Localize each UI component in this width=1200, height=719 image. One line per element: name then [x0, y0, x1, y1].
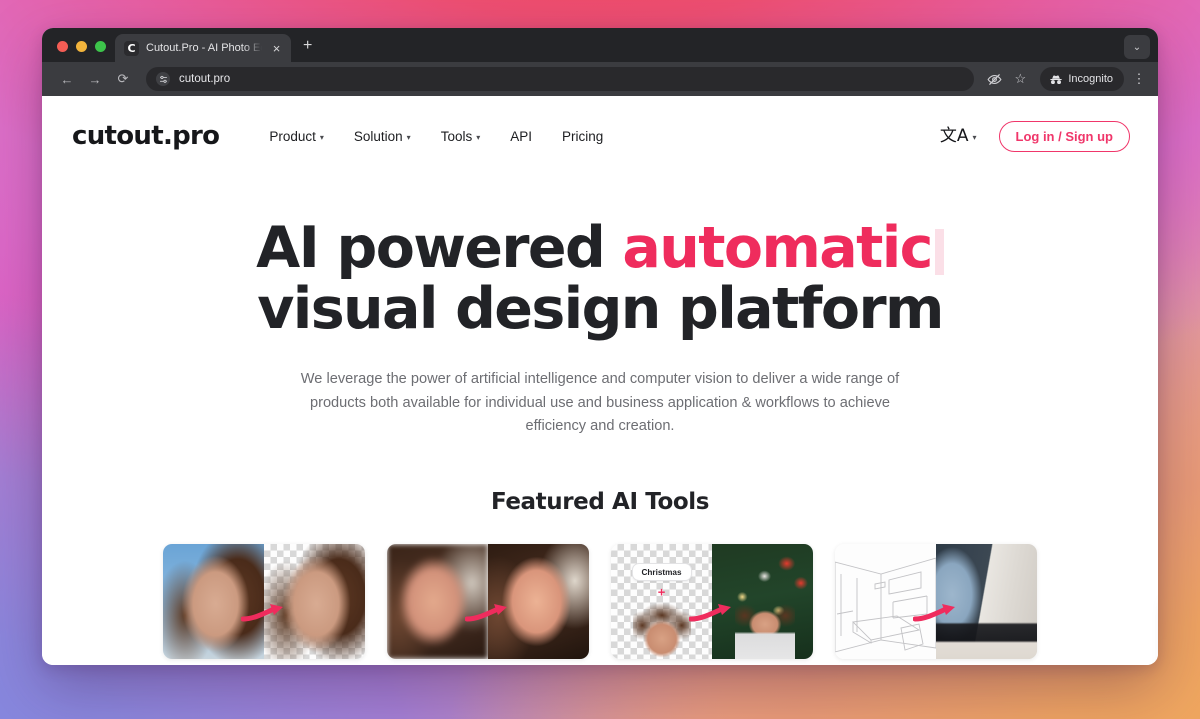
tune-icon[interactable]: [156, 72, 170, 86]
address-bar-url: cutout.pro: [179, 73, 231, 85]
nav-item-tools-label: Tools: [440, 128, 473, 144]
minimize-window-button[interactable]: [76, 41, 87, 52]
headline-line-1: AI powered automatic: [256, 215, 944, 281]
nav-item-api[interactable]: API: [510, 129, 532, 144]
site-navigation-bar: cutout.pro Product ▾ Solution ▾ Tools ▾: [42, 112, 1158, 160]
browser-tab[interactable]: C Cutout.Pro - AI Photo Editing ×: [115, 34, 291, 62]
transform-arrow-icon: [241, 603, 283, 622]
tool-card-photo-enhancer[interactable]: [387, 543, 589, 659]
desktop-background: C Cutout.Pro - AI Photo Editing × + ⌄ ← …: [0, 0, 1200, 719]
featured-tools-heading: Featured AI Tools: [490, 488, 710, 515]
nav-right-group: 文A ▾ Log in / Sign up: [939, 120, 1130, 152]
headline-line-2: visual design platform: [257, 275, 944, 342]
maximize-window-button[interactable]: [95, 41, 106, 52]
nav-item-product-label: Product: [269, 128, 316, 144]
child-cutout-photo: [632, 602, 691, 659]
site-logo[interactable]: cutout.pro: [72, 121, 220, 151]
chevron-down-icon: ▾: [319, 132, 324, 142]
chevron-down-icon: ▾: [476, 132, 481, 142]
incognito-label: Incognito: [1068, 73, 1113, 85]
language-switcher[interactable]: 文A ▾: [939, 125, 977, 146]
forward-button[interactable]: →: [82, 66, 108, 92]
tracking-protection-icon[interactable]: [982, 67, 1006, 91]
cutout-pro-favicon: C: [124, 40, 139, 56]
incognito-icon: [1050, 74, 1063, 84]
browser-menu-button[interactable]: ⋮: [1128, 67, 1150, 91]
window-controls: [52, 41, 115, 62]
nav-item-api-label: API: [510, 128, 532, 144]
bookmark-star-icon[interactable]: ☆: [1008, 67, 1032, 91]
child-composited-photo: [734, 596, 795, 659]
nav-item-tools[interactable]: Tools ▾: [441, 129, 481, 144]
tool-card-background-remover[interactable]: [163, 543, 365, 659]
close-window-button[interactable]: [57, 41, 68, 52]
page-content: cutout.pro Product ▾ Solution ▾ Tools ▾: [42, 96, 1158, 665]
hero-subtitle: We leverage the power of artificial inte…: [300, 370, 900, 435]
nav-item-pricing-label: Pricing: [561, 128, 604, 144]
tool-card-christmas-background[interactable]: Christmas +: [611, 543, 813, 659]
headline-accent-text: automatic: [622, 215, 933, 281]
headline-plain-text: AI powered: [256, 215, 623, 281]
incognito-indicator[interactable]: Incognito: [1040, 67, 1124, 91]
browser-tab-strip: C Cutout.Pro - AI Photo Editing × + ⌄: [42, 28, 1158, 62]
nav-item-product[interactable]: Product ▾: [269, 129, 324, 144]
browser-toolbar: ← → ⟳ cutout.pro ☆ Incognito ⋮: [42, 62, 1158, 96]
transform-arrow-icon: [689, 603, 731, 622]
chevron-down-icon: ▾: [406, 132, 411, 142]
christmas-template-chip: Christmas: [631, 563, 692, 582]
featured-tools-card-list: Christmas +: [42, 543, 1158, 659]
tool-card-interior-design[interactable]: [835, 543, 1037, 659]
nav-item-pricing[interactable]: Pricing: [562, 129, 603, 144]
nav-item-solution-label: Solution: [353, 128, 403, 144]
tab-title: Cutout.Pro - AI Photo Editing: [146, 42, 262, 54]
transform-arrow-icon: [913, 603, 955, 622]
transform-arrow-icon: [465, 603, 507, 622]
new-tab-button[interactable]: +: [303, 38, 312, 54]
close-tab-icon[interactable]: ×: [269, 42, 284, 55]
back-button[interactable]: ←: [54, 66, 80, 92]
translate-icon: 文A: [939, 125, 969, 146]
primary-nav-links: Product ▾ Solution ▾ Tools ▾ API Pricing: [269, 129, 603, 144]
browser-window: C Cutout.Pro - AI Photo Editing × + ⌄ ← …: [42, 28, 1158, 665]
chevron-down-icon: ▾: [972, 132, 977, 142]
login-signup-button[interactable]: Log in / Sign up: [998, 120, 1130, 152]
address-bar[interactable]: cutout.pro: [146, 67, 975, 91]
hero-section: AI powered automatic visual design platf…: [42, 160, 1158, 439]
reload-button[interactable]: ⟳: [110, 66, 136, 92]
hero-headline: AI powered automatic visual design platf…: [42, 218, 1158, 340]
typing-cursor: [934, 229, 944, 275]
plus-icon: +: [657, 584, 666, 600]
tab-search-chevron-down-icon[interactable]: ⌄: [1124, 35, 1150, 59]
nav-item-solution[interactable]: Solution ▾: [354, 129, 411, 144]
